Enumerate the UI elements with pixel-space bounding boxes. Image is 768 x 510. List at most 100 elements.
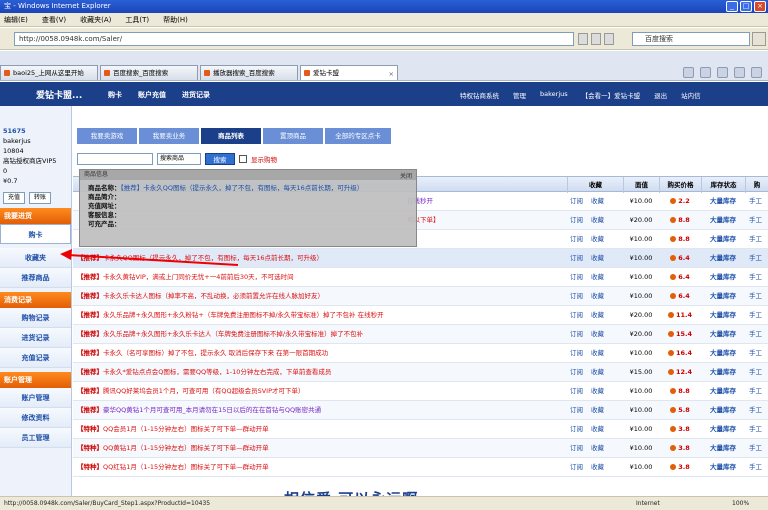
product-name[interactable]: 【推荐】卡永久乐卡达人图标（掉率不高，不乱动换，必须前置允许在线人脉加好友） bbox=[77, 287, 565, 306]
table-row[interactable]: 【推荐】卡永久*爱钻点点会Q图标，需要QQ等级，1-10分钟左右完成，下单前查看… bbox=[73, 363, 768, 382]
delivery-mode[interactable]: 手工 bbox=[749, 363, 768, 382]
address-input[interactable]: http://0058.0948k.com/Saler/ bbox=[14, 32, 574, 46]
subscribe-link[interactable]: 订阅 bbox=[570, 444, 583, 452]
favorite-link[interactable]: 收藏 bbox=[591, 292, 604, 300]
product-title[interactable]: 卡永久乐卡达人图标（掉率不高，不乱动换，必须前置允许在线人脉加好友） bbox=[103, 292, 324, 300]
product-title[interactable]: 卡永久（名可享图标）掉了不包，提示永久 取消后保存下来 在第一限首期成功 bbox=[103, 349, 328, 357]
nav-manage[interactable]: 管理 bbox=[513, 90, 526, 100]
refresh-icon[interactable] bbox=[591, 33, 601, 45]
table-row[interactable]: 【特种】QQ会员1月（1-15分钟左右）图标关了可下单—群动开单 订阅 收藏 ¥10.… bbox=[73, 420, 768, 439]
table-row[interactable]: 【推荐】卡永久黄钻VIP，满或上门同价无忧+一4前前后30天，不可选时间 订阅 收藏… bbox=[73, 268, 768, 287]
nav-vip-system[interactable]: 特权钻商系统 bbox=[460, 90, 499, 100]
table-row[interactable]: 【推荐】卡永久乐卡达人图标（掉率不高，不乱动换，必须前置允许在线人脉加好友） 订阅… bbox=[73, 287, 768, 306]
product-name[interactable]: 【推荐】永久乐品牌+永久图形+永久粉钻+（车牌免费注册图标不掉/永久带宝标准）掉… bbox=[77, 306, 565, 325]
favorite-link[interactable]: 收藏 bbox=[591, 216, 604, 224]
table-row[interactable]: 【推荐】卡永久（名可享图标）掉了不包，提示永久 取消后保存下来 在第一限首期成功… bbox=[73, 344, 768, 363]
product-name[interactable]: 【特种】QQ红钻1月（1-15分钟左右）图标关了可下单—群动开单 bbox=[77, 458, 565, 477]
sidebar-item-favorites[interactable]: 收藏夹 bbox=[0, 248, 71, 268]
sidebar-item-recommended[interactable]: 推荐商品 bbox=[0, 268, 71, 288]
delivery-mode[interactable]: 手工 bbox=[749, 344, 768, 363]
show-purchase-checkbox[interactable] bbox=[239, 155, 247, 163]
product-title[interactable]: 卡永久QQ图标（提示永久，掉了不包，有图标，每天16点前长期，可升级） bbox=[103, 254, 323, 262]
dropdown-icon[interactable] bbox=[578, 33, 588, 45]
product-name[interactable]: 【推荐】卡永久（名可享图标）掉了不包，提示永久 取消后保存下来 在第一限首期成功 bbox=[77, 344, 565, 363]
menu-help[interactable]: 帮助(H) bbox=[163, 13, 188, 26]
delivery-mode[interactable]: 手工 bbox=[749, 211, 768, 230]
subscribe-link[interactable]: 订阅 bbox=[570, 425, 583, 433]
product-title[interactable]: 豪华QQ黄钻1个月可查可用_本月请勿在15日以后的在在首钻与QQ账密共通 bbox=[103, 406, 321, 414]
favorite-link[interactable]: 收藏 bbox=[591, 330, 604, 338]
page-menu-icon[interactable] bbox=[734, 67, 745, 78]
menu-edit[interactable]: 编辑(E) bbox=[4, 13, 28, 26]
table-row[interactable]: 【推荐】永久乐品牌+永久图形+永久粉钻+（车牌免费注册图标不掉/永久带宝标准）掉… bbox=[73, 306, 768, 325]
favorite-link[interactable]: 收藏 bbox=[591, 387, 604, 395]
table-row[interactable]: 【推荐】永久乐品牌+永久图形+永久乐卡达人（车牌免费注册图标不掉/永久带宝标准）… bbox=[73, 325, 768, 344]
delivery-mode[interactable]: 手工 bbox=[749, 401, 768, 420]
nav-messages[interactable]: 站内信 bbox=[681, 90, 701, 100]
recharge-button[interactable]: 充值 bbox=[3, 192, 25, 204]
subtab-sell-games[interactable]: 我要卖游戏 bbox=[77, 128, 137, 144]
sidebar-item-staff[interactable]: 员工管理 bbox=[0, 428, 71, 448]
keyword-input[interactable] bbox=[77, 153, 153, 165]
product-title[interactable]: QQ红钻1月（1-15分钟左右）图标关了可下单—群动开单 bbox=[103, 463, 269, 471]
delivery-mode[interactable]: 手工 bbox=[749, 249, 768, 268]
subtab-product-list[interactable]: 商品列表 bbox=[201, 128, 261, 144]
product-title[interactable]: QQ黄钻1月（1-15分钟左右）图标关了可下单—群动开单 bbox=[103, 444, 269, 452]
favorite-link[interactable]: 收藏 bbox=[591, 406, 604, 414]
delivery-mode[interactable]: 手工 bbox=[749, 230, 768, 249]
product-title[interactable]: 腾讯QQ好莱坞会员1个月，可查可用（有QQ超级会员SVIP才可下单） bbox=[103, 387, 305, 395]
zoom-level[interactable]: 100% bbox=[732, 497, 749, 510]
subscribe-link[interactable]: 订阅 bbox=[570, 463, 583, 471]
nav-store-name[interactable]: 【会看一】爱钻卡盟 bbox=[582, 90, 641, 100]
subscribe-link[interactable]: 订阅 bbox=[570, 349, 583, 357]
product-name[interactable]: 【推荐】腾讯QQ好莱坞会员1个月，可查可用（有QQ超级会员SVIP才可下单） bbox=[77, 382, 565, 401]
sidebar-item-recharge-records[interactable]: 充值记录 bbox=[0, 348, 71, 368]
sidebar-item-profile[interactable]: 修改资料 bbox=[0, 408, 71, 428]
subscribe-link[interactable]: 订阅 bbox=[570, 292, 583, 300]
delivery-mode[interactable]: 手工 bbox=[749, 439, 768, 458]
popup-close-button[interactable]: 关闭 bbox=[400, 171, 412, 180]
subscribe-link[interactable]: 订阅 bbox=[570, 235, 583, 243]
subscribe-link[interactable]: 订阅 bbox=[570, 330, 583, 338]
product-title[interactable]: 永久乐品牌+永久图形+永久粉钻+（车牌免费注册图标不掉/永久带宝标准）掉了不包补… bbox=[103, 311, 384, 319]
site-logo[interactable]: 爱钻卡盟... bbox=[36, 88, 82, 101]
table-row[interactable]: 【推荐】豪华QQ黄钻1个月可查可用_本月请勿在15日以后的在在首钻与QQ账密共通… bbox=[73, 401, 768, 420]
search-type-select[interactable]: 搜索商品 bbox=[157, 153, 201, 165]
favorite-link[interactable]: 收藏 bbox=[591, 349, 604, 357]
browser-tab[interactable]: 百度搜索_百度搜索 bbox=[100, 65, 198, 80]
favorite-link[interactable]: 收藏 bbox=[591, 463, 604, 471]
table-row[interactable]: 【特种】QQ红钻1月（1-15分钟左右）图标关了可下单—群动开单 订阅 收藏 ¥10.… bbox=[73, 458, 768, 477]
nav-logout[interactable]: 退出 bbox=[654, 90, 667, 100]
feeds-icon[interactable] bbox=[700, 67, 711, 78]
sidebar-item-account[interactable]: 账户管理 bbox=[0, 388, 71, 408]
tools-menu-icon[interactable] bbox=[751, 67, 762, 78]
subscribe-link[interactable]: 订阅 bbox=[570, 273, 583, 281]
browser-tab[interactable]: 播放器搜索_百度搜索 bbox=[200, 65, 298, 80]
subtab-all-cards[interactable]: 全部的专区点卡 bbox=[325, 128, 391, 144]
minimize-icon[interactable]: _ bbox=[726, 1, 738, 12]
product-name[interactable]: 【推荐】卡永久黄钻VIP，满或上门同价无忧+一4前前后30天，不可选时间 bbox=[77, 268, 565, 287]
product-name[interactable]: 【推荐】卡永久QQ图标（提示永久，掉了不包，有图标，每天16点前长期，可升级） bbox=[77, 249, 565, 268]
home-icon[interactable] bbox=[683, 67, 694, 78]
favorite-link[interactable]: 收藏 bbox=[591, 311, 604, 319]
favorite-link[interactable]: 收藏 bbox=[591, 197, 604, 205]
menu-favorites[interactable]: 收藏夹(A) bbox=[80, 13, 111, 26]
menu-view[interactable]: 查看(V) bbox=[42, 13, 66, 26]
stop-icon[interactable] bbox=[604, 33, 614, 45]
subscribe-link[interactable]: 订阅 bbox=[570, 254, 583, 262]
subscribe-link[interactable]: 订阅 bbox=[570, 311, 583, 319]
delivery-mode[interactable]: 手工 bbox=[749, 325, 768, 344]
subscribe-link[interactable]: 订阅 bbox=[570, 406, 583, 414]
subtab-sell-services[interactable]: 我要卖业务 bbox=[139, 128, 199, 144]
favorite-link[interactable]: 收藏 bbox=[591, 273, 604, 281]
search-button[interactable]: 搜索 bbox=[205, 153, 235, 165]
favorite-link[interactable]: 收藏 bbox=[591, 368, 604, 376]
subtab-pinned[interactable]: 置顶商品 bbox=[263, 128, 323, 144]
table-row[interactable]: 【特种】QQ黄钻1月（1-15分钟左右）图标关了可下单—群动开单 订阅 收藏 ¥10.… bbox=[73, 439, 768, 458]
favorite-link[interactable]: 收藏 bbox=[591, 235, 604, 243]
sidebar-item-buy-card[interactable]: 购卡 bbox=[0, 224, 71, 244]
table-row[interactable]: 【推荐】卡永久QQ图标（提示永久，掉了不包，有图标，每天16点前长期，可升级） 订… bbox=[73, 249, 768, 268]
delivery-mode[interactable]: 手工 bbox=[749, 458, 768, 477]
subscribe-link[interactable]: 订阅 bbox=[570, 216, 583, 224]
delivery-mode[interactable]: 手工 bbox=[749, 268, 768, 287]
